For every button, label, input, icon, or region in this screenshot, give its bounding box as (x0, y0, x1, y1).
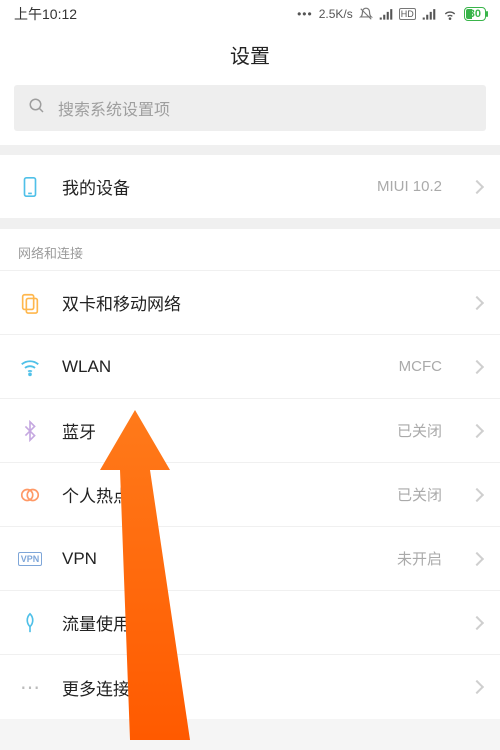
row-value: 已关闭 (397, 420, 442, 441)
section-header-network: 网络和连接 (0, 229, 500, 271)
chevron-right-icon (470, 359, 484, 373)
row-data-usage[interactable]: 流量使用情况 (0, 591, 500, 655)
row-vpn[interactable]: VPN VPN 未开启 (0, 527, 500, 591)
hd-icon: HD (399, 8, 416, 20)
row-label: VPN (62, 549, 377, 569)
search-placeholder: 搜索系统设置项 (58, 96, 170, 120)
status-bar: 上午10:12 ••• 2.5K/s HD 30 (0, 0, 500, 28)
bluetooth-icon (18, 419, 42, 443)
data-usage-icon (18, 611, 42, 635)
signal-icon-2 (422, 7, 436, 21)
row-value: MCFC (399, 358, 442, 375)
row-value: 已关闭 (397, 484, 442, 505)
row-label: 流量使用情况 (62, 610, 422, 635)
chevron-right-icon (470, 551, 484, 565)
row-sim[interactable]: 双卡和移动网络 (0, 271, 500, 335)
row-value: MIUI 10.2 (377, 178, 442, 195)
chevron-right-icon (470, 680, 484, 694)
section-gap (0, 219, 500, 229)
signal-icon (379, 7, 393, 21)
row-bluetooth[interactable]: 蓝牙 已关闭 (0, 399, 500, 463)
row-label: 蓝牙 (62, 418, 377, 443)
sim-icon (18, 291, 42, 315)
dnd-icon (359, 7, 373, 21)
row-label: WLAN (62, 357, 379, 377)
search-icon (28, 97, 46, 120)
row-wlan[interactable]: WLAN MCFC (0, 335, 500, 399)
row-label: 双卡和移动网络 (62, 290, 422, 315)
more-icon: ⋯ (18, 675, 42, 699)
chevron-right-icon (470, 615, 484, 629)
row-label: 更多连接方式 (62, 675, 422, 700)
net-speed: 2.5K/s (319, 7, 353, 21)
phone-icon (18, 175, 42, 199)
page-title: 设置 (0, 40, 500, 69)
vpn-icon: VPN (18, 547, 42, 571)
section-gap (0, 145, 500, 155)
header: 设置 (0, 28, 500, 85)
row-more-connections[interactable]: ⋯ 更多连接方式 (0, 655, 500, 719)
row-hotspot[interactable]: 个人热点 已关闭 (0, 463, 500, 527)
wifi-icon (18, 355, 42, 379)
chevron-right-icon (470, 179, 484, 193)
row-label: 我的设备 (62, 174, 357, 199)
wifi-icon (442, 6, 458, 22)
chevron-right-icon (470, 423, 484, 437)
row-my-device[interactable]: 我的设备 MIUI 10.2 (0, 155, 500, 219)
battery-icon: 30 (464, 7, 486, 21)
status-time: 上午10:12 (14, 4, 77, 24)
status-right: ••• 2.5K/s HD 30 (297, 6, 486, 22)
row-label: 个人热点 (62, 482, 377, 507)
row-value: 未开启 (397, 548, 442, 569)
chevron-right-icon (470, 487, 484, 501)
more-dots-icon: ••• (297, 7, 313, 21)
search-bar[interactable]: 搜索系统设置项 (14, 85, 486, 131)
chevron-right-icon (470, 295, 484, 309)
hotspot-icon (18, 483, 42, 507)
search-bar-wrap: 搜索系统设置项 (0, 85, 500, 145)
